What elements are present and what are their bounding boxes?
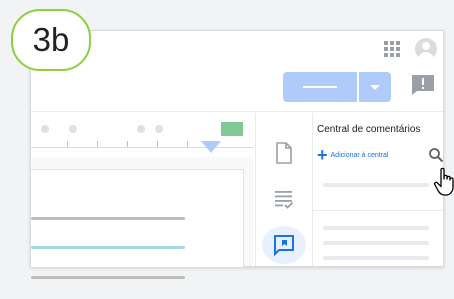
text-line (31, 276, 185, 279)
placeholder-line (323, 241, 429, 245)
text-line (31, 217, 185, 220)
add-to-hub-label: Adicionar à central (330, 151, 389, 159)
comments-hub-panel: Central de comentários + Adicionar à cen… (313, 113, 454, 266)
feedback-icon[interactable] (411, 74, 435, 96)
highlighted-text-line (31, 246, 185, 249)
plus-icon: + (317, 145, 328, 165)
panel-title: Central de comentários (317, 124, 421, 135)
placeholder-line (323, 256, 429, 260)
document-area (31, 157, 253, 279)
step-badge-label: 3b (32, 21, 70, 58)
step-badge: 3b (11, 9, 91, 71)
document-page[interactable] (31, 169, 244, 279)
comments-rail-button[interactable] (262, 226, 306, 264)
ruler[interactable] (31, 117, 253, 153)
hand-cursor-icon (433, 167, 454, 196)
account-avatar-icon[interactable] (415, 38, 437, 60)
panel-divider (313, 210, 443, 211)
toolbar-divider (31, 111, 443, 112)
share-dropdown-button[interactable] (359, 72, 391, 102)
placeholder-line (323, 226, 429, 230)
document-icon[interactable] (272, 141, 296, 165)
app-window: Central de comentários + Adicionar à cen… (30, 30, 454, 279)
apps-grid-icon[interactable] (384, 41, 400, 57)
top-bar (31, 31, 443, 111)
chevron-down-icon (370, 85, 380, 90)
checklist-icon[interactable] (272, 187, 296, 211)
comment-bubble-icon (274, 235, 294, 257)
share-button[interactable] (283, 72, 357, 102)
side-rail (255, 113, 313, 266)
placeholder-line (323, 183, 429, 187)
indent-marker[interactable] (201, 141, 221, 153)
ruler-marker[interactable] (221, 122, 243, 136)
search-icon[interactable] (428, 147, 444, 163)
add-to-hub-link[interactable]: + Adicionar à central (317, 145, 389, 165)
